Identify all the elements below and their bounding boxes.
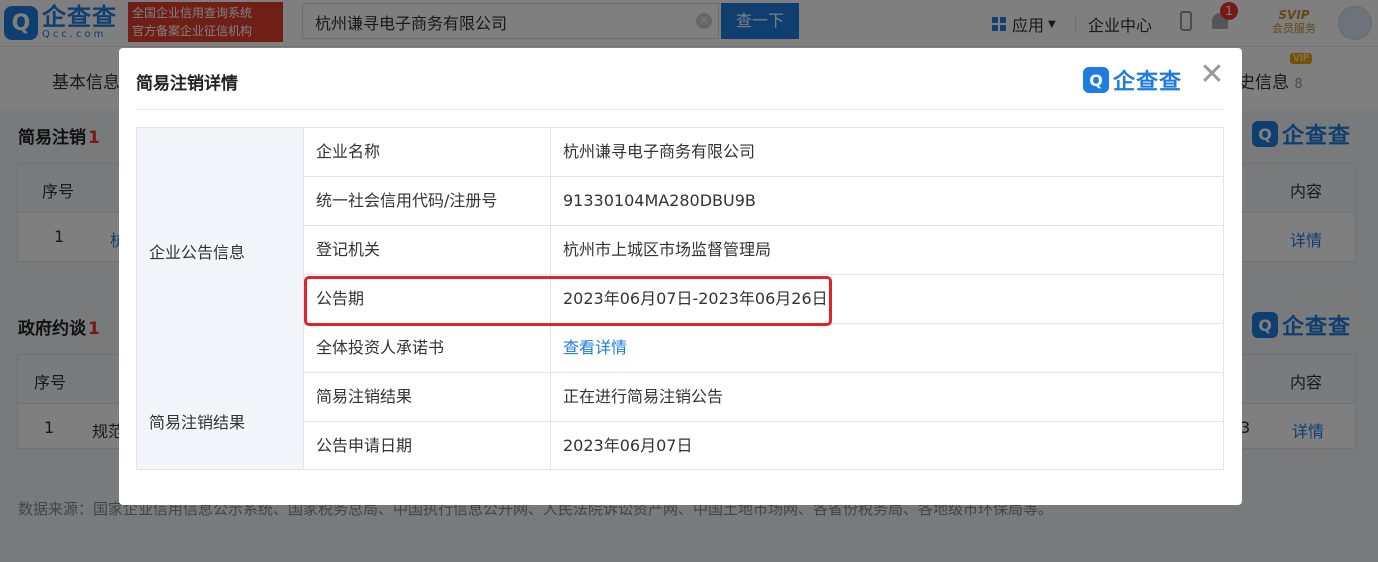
simple-cancel-detail-modal: 简易注销详情 Q 企查查 ✕ 企业公告信息 企业名称 杭州谦寻电子商务有限公司 … — [119, 48, 1242, 505]
close-icon[interactable]: ✕ — [1199, 60, 1225, 90]
group-announcement-info: 企业公告信息 — [137, 128, 304, 373]
modal-title: 简易注销详情 — [136, 74, 238, 94]
qcc-logo-icon: Q — [1083, 67, 1109, 93]
label-application-date: 公告申请日期 — [304, 422, 551, 471]
value-application-date: 2023年06月07日 — [563, 436, 693, 455]
label-investor-commitment: 全体投资人承诺书 — [304, 324, 551, 373]
label-cancel-result: 简易注销结果 — [304, 373, 551, 422]
highlight-annotation-box — [304, 276, 832, 326]
modal-divider — [136, 109, 1224, 110]
modal-logo-text: 企查查 — [1113, 70, 1183, 95]
modal-logo: Q 企查查 — [1083, 64, 1182, 96]
value-cancel-result: 正在进行简易注销公告 — [551, 373, 1223, 422]
label-credit-code: 统一社会信用代码/注册号 — [304, 177, 551, 226]
group-cancel-result: 简易注销结果 — [137, 373, 304, 469]
label-registration-authority: 登记机关 — [304, 226, 551, 275]
value-registration-authority: 杭州市上城区市场监督管理局 — [551, 226, 1223, 275]
value-credit-code: 91330104MA280DBU9B — [551, 177, 1223, 226]
label-company-name: 企业名称 — [304, 128, 551, 177]
view-details-link[interactable]: 查看详情 — [551, 324, 1223, 373]
value-company-name: 杭州谦寻电子商务有限公司 — [551, 128, 1223, 177]
